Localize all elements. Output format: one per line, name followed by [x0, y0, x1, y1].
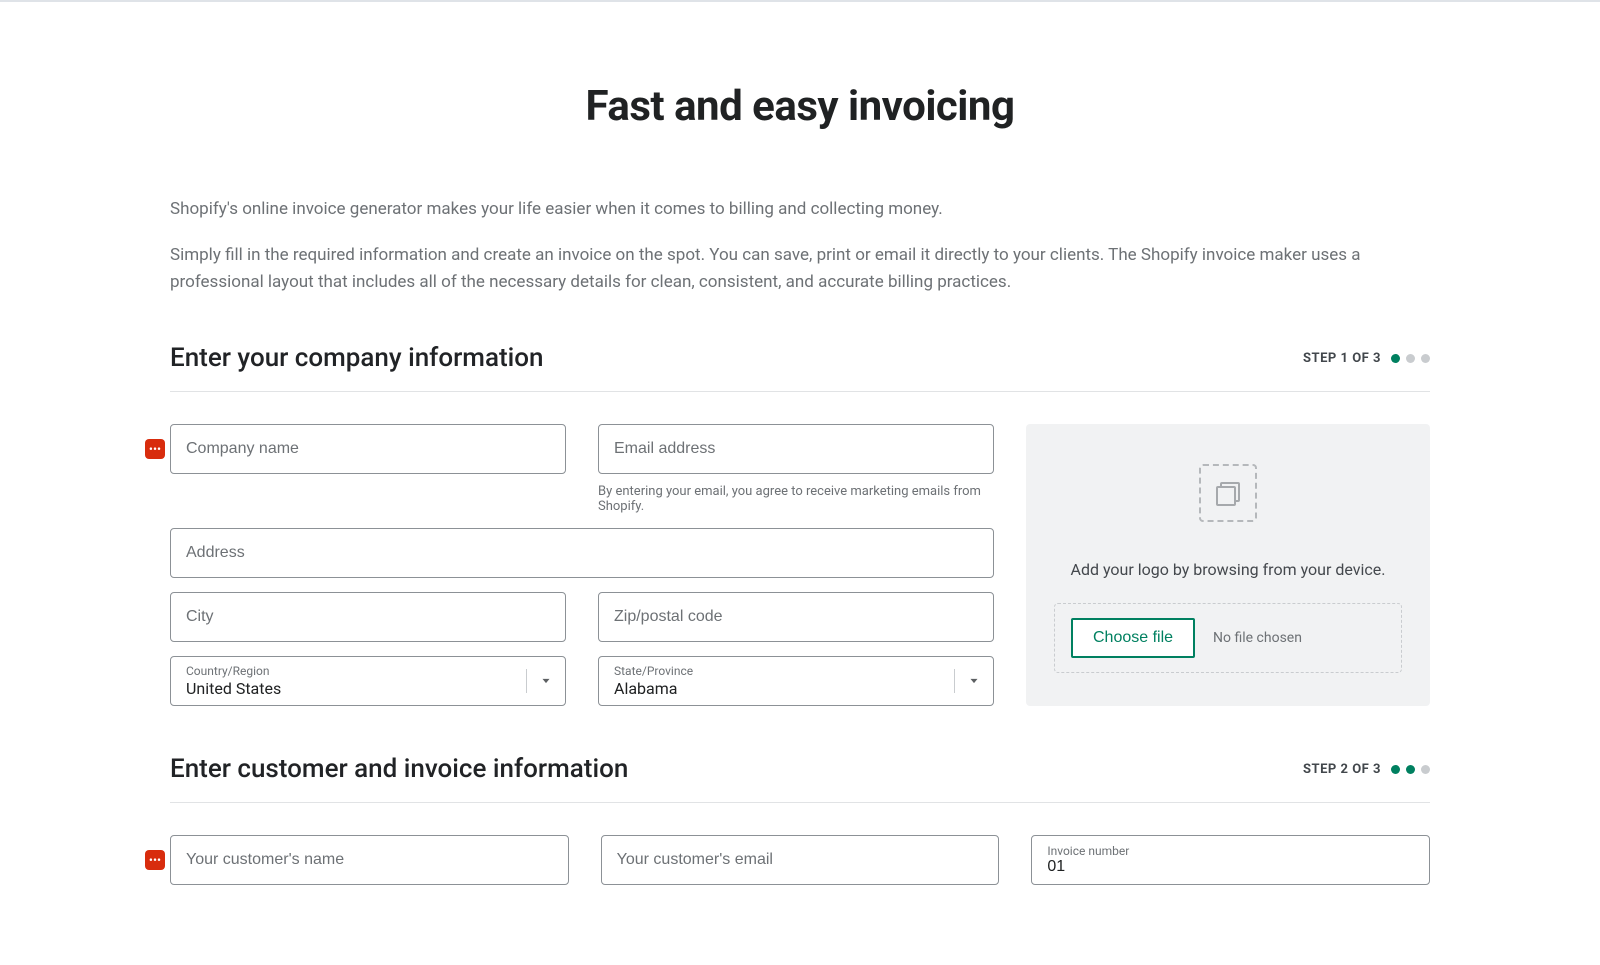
step-dot [1391, 765, 1400, 774]
intro-block: Shopify's online invoice generator makes… [170, 196, 1430, 295]
section2-heading: Enter customer and invoice information [170, 754, 628, 784]
invoice-number-label: Invoice number [1047, 844, 1414, 858]
section2-header: Enter customer and invoice information S… [170, 754, 1430, 803]
intro-paragraph-2: Simply fill in the required information … [170, 242, 1430, 295]
step-dot [1391, 354, 1400, 363]
step1-label: STEP 1 OF 3 [1303, 351, 1381, 366]
required-badge-icon: ••• [145, 439, 165, 459]
step2-dots [1391, 765, 1430, 774]
invoice-number-input[interactable] [1047, 858, 1414, 876]
zip-input[interactable] [598, 592, 994, 642]
required-badge-icon: ••• [145, 850, 165, 870]
email-helper-text: By entering your email, you agree to rec… [598, 484, 994, 514]
state-select-label: State/Province [614, 664, 953, 678]
address-input[interactable] [170, 528, 994, 578]
page-title: Fast and easy invoicing [170, 82, 1430, 131]
invoice-number-field[interactable]: Invoice number [1031, 835, 1430, 885]
intro-paragraph-1: Shopify's online invoice generator makes… [170, 196, 1430, 222]
state-select-value: Alabama [614, 679, 953, 698]
choose-file-button[interactable]: Choose file [1071, 618, 1195, 658]
company-fields: By entering your email, you agree to rec… [170, 424, 994, 706]
upload-image-icon [1199, 464, 1257, 522]
chevron-down-icon [954, 669, 981, 693]
section1-heading: Enter your company information [170, 343, 543, 373]
step-dot [1421, 354, 1430, 363]
city-input[interactable] [170, 592, 566, 642]
chevron-down-icon [526, 669, 553, 693]
file-dropzone[interactable]: Choose file No file chosen [1054, 603, 1402, 673]
country-select-value: United States [186, 679, 525, 698]
state-select[interactable]: State/Province Alabama [598, 656, 994, 706]
country-select[interactable]: Country/Region United States [170, 656, 566, 706]
step-dot [1406, 765, 1415, 774]
country-select-label: Country/Region [186, 664, 525, 678]
company-name-input[interactable] [170, 424, 566, 474]
step-dot [1421, 765, 1430, 774]
step2-label: STEP 2 OF 3 [1303, 762, 1381, 777]
email-input[interactable] [598, 424, 994, 474]
customer-email-input[interactable] [601, 835, 1000, 885]
step1-dots [1391, 354, 1430, 363]
step2-indicator: STEP 2 OF 3 [1303, 762, 1430, 777]
no-file-text: No file chosen [1213, 630, 1302, 646]
logo-upload-panel: Add your logo by browsing from your devi… [1026, 424, 1430, 706]
step1-indicator: STEP 1 OF 3 [1303, 351, 1430, 366]
step-dot [1406, 354, 1415, 363]
upload-text: Add your logo by browsing from your devi… [1071, 560, 1386, 579]
section1-header: Enter your company information STEP 1 OF… [170, 343, 1430, 392]
customer-name-input[interactable] [170, 835, 569, 885]
